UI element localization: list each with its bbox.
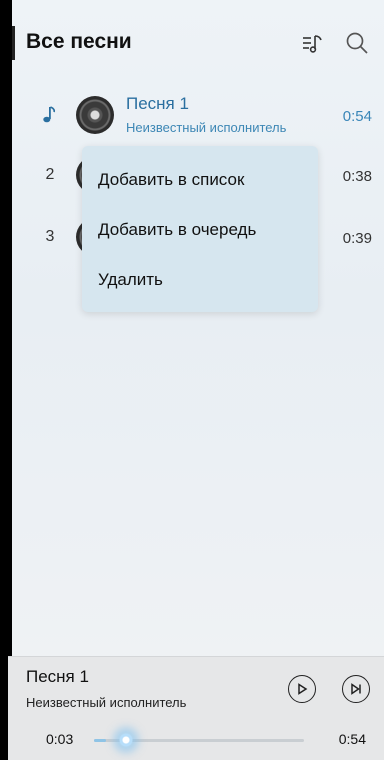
song-index: 2 <box>45 166 55 183</box>
progress-fill <box>94 739 106 742</box>
song-title: Песня 1 <box>126 94 189 113</box>
menu-item-delete[interactable]: Удалить <box>98 270 163 290</box>
song-duration: 0:39 <box>342 230 372 247</box>
list-item[interactable]: Песня 1 Неизвестный исполнитель 0:54 <box>8 84 384 146</box>
progress-knob[interactable] <box>116 731 135 749</box>
player-song-title: Песня 1 <box>26 667 89 686</box>
player-artist: Неизвестный исполнитель <box>26 695 187 710</box>
music-note-icon <box>38 104 58 126</box>
play-icon[interactable] <box>288 675 316 703</box>
search-icon[interactable] <box>344 30 370 56</box>
current-time: 0:03 <box>46 731 74 747</box>
song-duration: 0:38 <box>342 168 372 185</box>
header: Все песни <box>8 0 384 80</box>
total-time: 0:54 <box>338 731 366 747</box>
menu-item-add-to-queue[interactable]: Добавить в очередь <box>98 220 256 240</box>
context-menu: Добавить в список Добавить в очередь Уда… <box>82 146 318 312</box>
playlist-music-icon[interactable] <box>300 30 326 56</box>
song-artist: Неизвестный исполнитель <box>126 120 287 135</box>
page-title: Все песни <box>26 30 132 53</box>
mini-player[interactable]: Песня 1 Неизвестный исполнитель 0:03 0:5… <box>8 656 384 760</box>
menu-item-add-to-list[interactable]: Добавить в список <box>98 170 244 190</box>
song-index: 3 <box>45 228 55 245</box>
header-accent-bar <box>12 26 15 60</box>
album-art <box>76 96 114 134</box>
progress-slider[interactable] <box>94 731 304 749</box>
app-screen: Все песни Песня 1 Неизвестный исполнител… <box>8 0 384 760</box>
next-icon[interactable] <box>342 675 370 703</box>
song-duration: 0:54 <box>342 108 372 125</box>
